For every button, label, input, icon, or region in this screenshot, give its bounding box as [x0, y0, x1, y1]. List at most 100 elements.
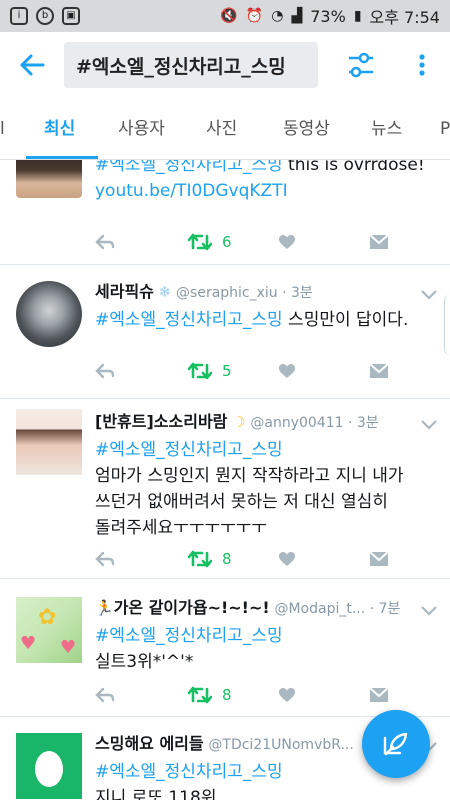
reply-button[interactable]	[95, 230, 115, 254]
more-vertical-icon	[419, 54, 425, 76]
compose-feather-icon	[383, 732, 408, 756]
chevron-down-icon[interactable]	[420, 603, 438, 617]
retweet-button[interactable]: 8	[188, 683, 232, 707]
direct-message-button[interactable]	[369, 547, 389, 571]
heart-sticker-icon: ♥	[60, 637, 77, 658]
hashtag-link[interactable]: #엑소엘_정신차리고_스밍	[95, 762, 283, 782]
tweet-body: 세라픽슈 ❄ @seraphic_xiu · 3분 #엑소엘_정신차리고_스밍 …	[95, 281, 438, 333]
tab-partial-right[interactable]: P	[440, 98, 450, 159]
reply-button[interactable]	[95, 359, 115, 383]
tweet-text-line: 돌려주세요ㅜㅜㅜㅜㅜㅜ	[95, 518, 268, 538]
tab-photos[interactable]: 사진	[206, 98, 237, 159]
direct-message-button[interactable]	[369, 683, 389, 707]
chevron-down-icon[interactable]	[420, 417, 438, 431]
flower-character-icon: ✿	[38, 605, 57, 630]
retweet-icon	[188, 686, 212, 704]
hashtag-link[interactable]: #엑소엘_정신차리고_스밍	[95, 310, 283, 330]
notification-icon: i	[10, 7, 28, 25]
alarm-icon: ⏰	[245, 8, 264, 24]
tweet-text-line: 쓰던거 없애버려서 못하는 저 대신 열심히	[95, 492, 388, 512]
tweet-text-rest: this is ovrrdose!	[282, 160, 425, 175]
display-name[interactable]: 스밍해요 에리들	[95, 734, 204, 753]
tweet-actions: 5	[95, 359, 395, 383]
tweet-text: #엑소엘_정신차리고_스밍 this is ovrrdose!	[95, 160, 438, 178]
back-arrow-icon	[20, 54, 45, 76]
like-button[interactable]	[278, 547, 296, 571]
handle-and-time: @TDci21UNomvbR...	[208, 737, 354, 753]
retweet-button[interactable]: 6	[188, 230, 232, 254]
avatar[interactable]	[16, 733, 82, 799]
wifi-icon: ◔	[271, 8, 284, 24]
search-header: #엑소엘_정신차리고_스밍	[0, 32, 450, 98]
tweet-body: #엑소엘_정신차리고_스밍 this is ovrrdose! youtu.be…	[95, 160, 438, 204]
heart-sticker-icon: ♥	[20, 633, 37, 654]
tweet-author-line: 🏃가온 같이가욥~!~!~! @Modapi_t... · 7분	[95, 597, 438, 619]
tab-videos[interactable]: 동영상	[283, 98, 330, 159]
avatar[interactable]	[16, 281, 82, 347]
tweet-body: 🏃가온 같이가욥~!~!~! @Modapi_t... · 7분 #엑소엘_정신…	[95, 597, 438, 675]
retweet-button[interactable]: 5	[188, 359, 232, 383]
retweet-button[interactable]: 8	[188, 547, 232, 571]
back-button[interactable]	[0, 32, 64, 98]
like-button[interactable]	[278, 359, 296, 383]
tab-news[interactable]: 뉴스	[371, 98, 402, 159]
tab-users[interactable]: 사용자	[118, 98, 165, 159]
reply-button[interactable]	[95, 547, 115, 571]
reply-icon	[95, 687, 115, 703]
default-egg-avatar-icon	[35, 751, 63, 787]
retweet-count: 8	[222, 550, 232, 568]
compose-tweet-button[interactable]	[362, 710, 430, 778]
search-input[interactable]: #엑소엘_정신차리고_스밍	[64, 42, 318, 88]
display-name[interactable]: [반휴트]소소리바람	[95, 412, 227, 431]
direct-message-button[interactable]	[369, 230, 389, 254]
retweet-count: 8	[222, 686, 232, 704]
tweet-hashtag-line: #엑소엘_정신차리고_스밍	[95, 623, 438, 649]
like-button[interactable]	[278, 230, 296, 254]
envelope-icon	[369, 687, 389, 702]
like-button[interactable]	[278, 683, 296, 707]
chevron-down-icon[interactable]	[420, 287, 438, 301]
status-bar: i b ▣ 🔇 ⏰ ◔ ▟ 73% ▮ 오후 7:54	[0, 0, 450, 32]
tweet-feed[interactable]: #엑소엘_정신차리고_스밍 this is ovrrdose! youtu.be…	[0, 160, 450, 800]
reply-icon	[95, 363, 115, 379]
heart-icon	[279, 235, 295, 249]
avatar[interactable]	[16, 160, 82, 198]
reply-icon	[95, 551, 115, 567]
direct-message-button[interactable]	[369, 359, 389, 383]
crescent-moon-emoji-icon: ☽	[232, 413, 246, 431]
tweet-body: [반휴트]소소리바람 ☽ @anny00411 · 3분 #엑소엘_정신차리고_…	[95, 411, 438, 541]
clock: 오후 7:54	[369, 8, 440, 27]
heart-icon	[279, 688, 295, 702]
tweet-author-line: 세라픽슈 ❄ @seraphic_xiu · 3분	[95, 281, 438, 303]
more-options-button[interactable]	[405, 44, 439, 86]
tab-latest[interactable]: 최신	[44, 98, 75, 159]
filter-button[interactable]	[340, 44, 382, 86]
tweet-text-line: 엄마가 스밍인지 뭔지 작작하라고 지니 내가	[95, 466, 404, 486]
url-link[interactable]: youtu.be/TI0DGvqKZTI	[95, 181, 288, 201]
reply-icon	[95, 234, 115, 250]
battery-icon: ▮	[353, 8, 362, 24]
handle-and-time: @anny00411 · 3분	[250, 415, 379, 431]
search-tabs: l 최신 사용자 사진 동영상 뉴스 P	[0, 98, 450, 160]
hashtag-link[interactable]: #엑소엘_정신차리고_스밍	[95, 440, 283, 460]
avatar[interactable]	[16, 409, 82, 475]
handle-and-time: @seraphic_xiu · 3분	[176, 285, 313, 301]
filter-sliders-icon	[349, 52, 373, 78]
signal-icon: ▟	[291, 8, 303, 24]
envelope-icon	[369, 363, 389, 378]
reply-button[interactable]	[95, 683, 115, 707]
display-name[interactable]: 세라픽슈	[95, 282, 154, 301]
tab-partial-left[interactable]: l	[0, 98, 5, 159]
hashtag-link[interactable]: #엑소엘_정신차리고_스밍	[95, 160, 283, 175]
tweet[interactable]: #엑소엘_정신차리고_스밍 this is ovrrdose! youtu.be…	[0, 160, 450, 265]
hashtag-link[interactable]: #엑소엘_정신차리고_스밍	[95, 626, 283, 646]
tweet[interactable]: [반휴트]소소리바람 ☽ @anny00411 · 3분 #엑소엘_정신차리고_…	[0, 399, 450, 579]
status-left-icons: i b ▣	[10, 7, 80, 25]
display-name[interactable]: 가온 같이가욥~!~!~!	[114, 598, 270, 617]
tweet-url-line: youtu.be/TI0DGvqKZTI	[95, 178, 438, 204]
heart-icon	[279, 552, 295, 566]
avatar[interactable]: ♥ ♥ ✿	[16, 597, 82, 663]
tweet[interactable]: 세라픽슈 ❄ @seraphic_xiu · 3분 #엑소엘_정신차리고_스밍 …	[0, 265, 450, 399]
status-right: 🔇 ⏰ ◔ ▟ 73% ▮ 오후 7:54	[220, 4, 440, 28]
tweet[interactable]: ♥ ♥ ✿ 🏃가온 같이가욥~!~!~! @Modapi_t... · 7분 #…	[0, 579, 450, 717]
